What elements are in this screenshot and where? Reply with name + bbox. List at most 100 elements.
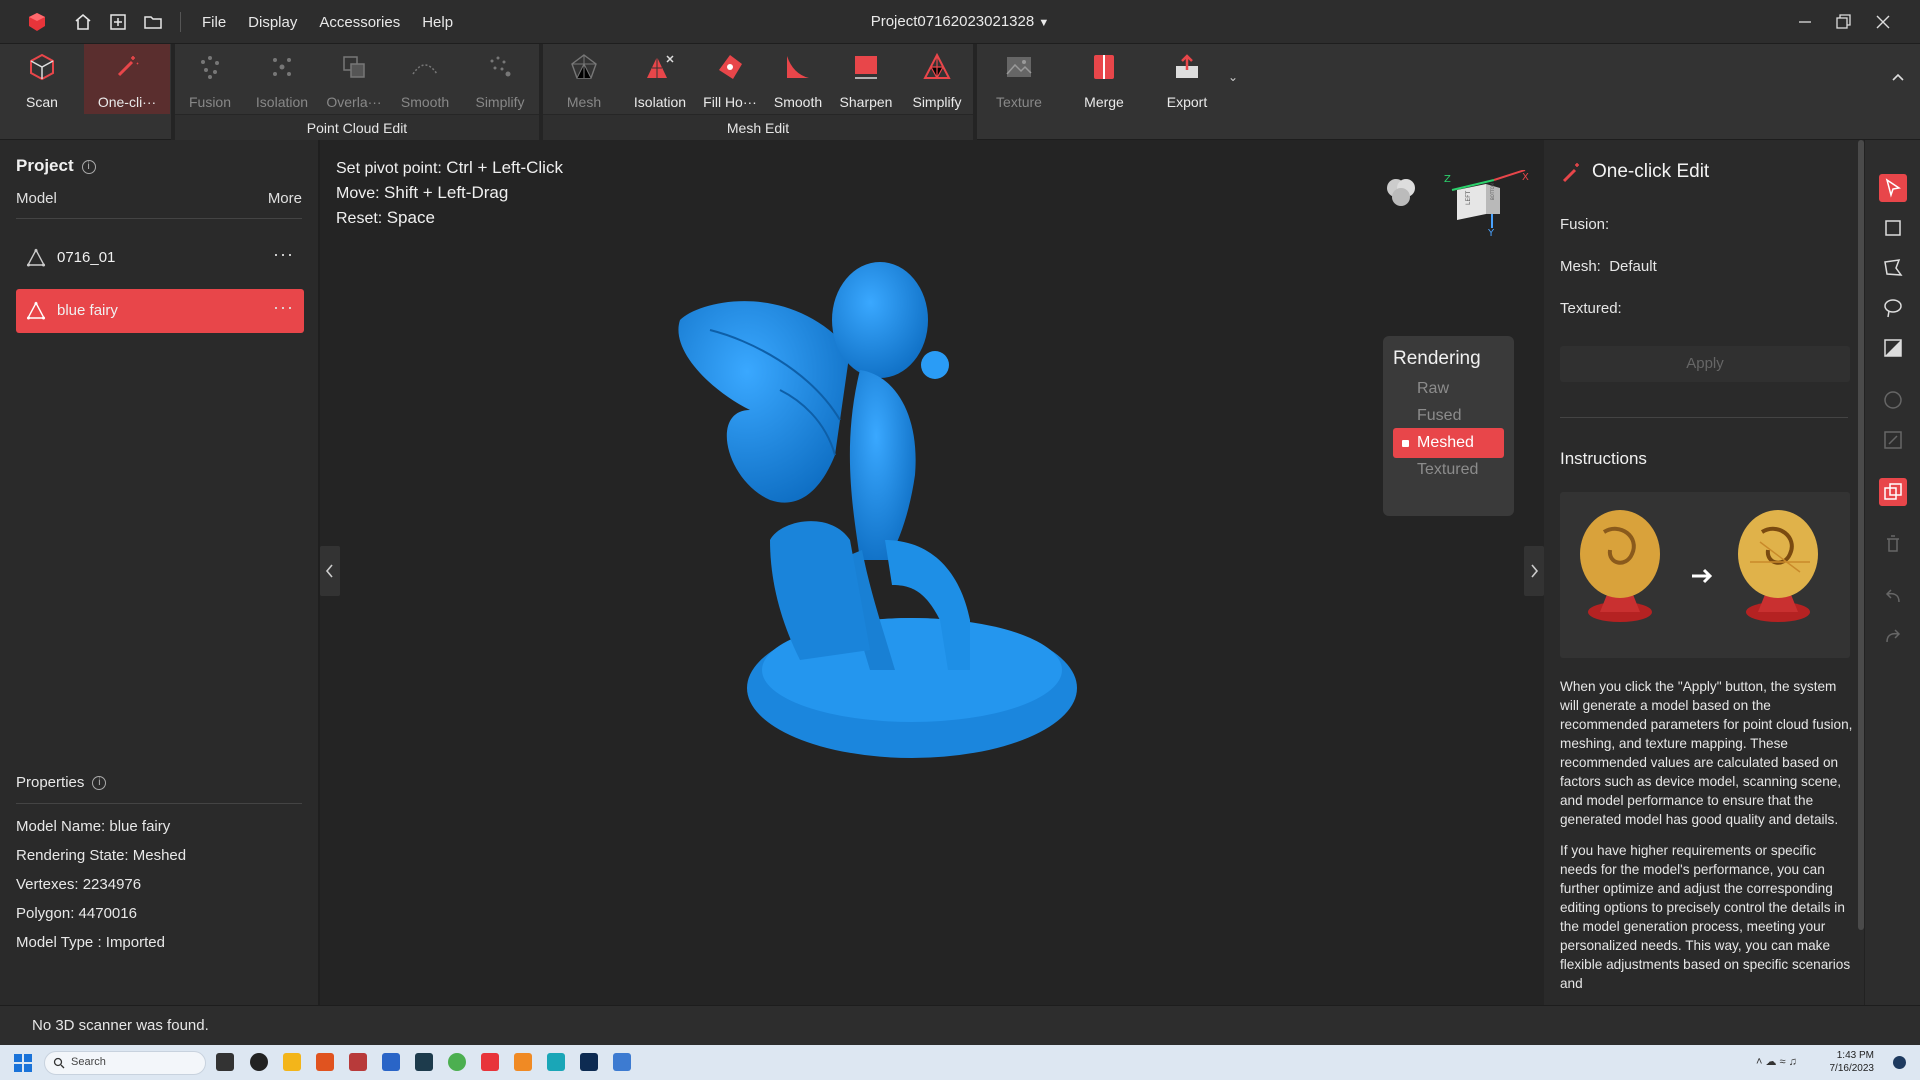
menu-display[interactable]: Display bbox=[248, 14, 297, 31]
apply-button[interactable]: Apply bbox=[1560, 346, 1850, 382]
model-options-icon[interactable]: ··· bbox=[273, 297, 294, 318]
3d-model-blue-fairy[interactable] bbox=[630, 240, 1170, 780]
ribbon-overflow-chevron-icon[interactable]: ⌄ bbox=[1228, 70, 1238, 84]
divider bbox=[1560, 417, 1848, 418]
redo-tool[interactable] bbox=[1879, 622, 1907, 650]
output-group: Texture Merge Export ⌄ bbox=[977, 44, 1238, 140]
overlap-button[interactable]: Overla··· bbox=[319, 44, 389, 114]
mesh-isolation-button[interactable]: Isolation bbox=[625, 44, 695, 114]
render-option-raw[interactable]: Raw bbox=[1393, 374, 1504, 404]
taskbar-search[interactable]: Search bbox=[44, 1051, 206, 1075]
taskbar-clock[interactable]: 1:43 PM 7/16/2023 bbox=[1830, 1049, 1875, 1075]
undo-tool[interactable] bbox=[1879, 582, 1907, 610]
ribbon-toolbar: Scan One-cli··· Fusion Isolation Overla·… bbox=[0, 44, 1920, 140]
menu-help[interactable]: Help bbox=[422, 14, 453, 31]
info-icon[interactable]: i bbox=[81, 159, 96, 174]
render-option-textured[interactable]: Textured bbox=[1393, 455, 1504, 485]
deselect-icon bbox=[1884, 391, 1902, 409]
mesh-simplify-icon bbox=[923, 52, 951, 80]
app-logo-icon bbox=[29, 13, 45, 31]
collapse-ribbon-icon[interactable] bbox=[1888, 68, 1908, 88]
select-pointer-tool[interactable] bbox=[1879, 174, 1907, 202]
scanner-app-icon[interactable] bbox=[481, 1053, 499, 1071]
close-icon[interactable] bbox=[1871, 10, 1895, 34]
info-icon[interactable]: i bbox=[92, 776, 107, 791]
scan-button[interactable]: Scan bbox=[0, 44, 84, 114]
mesh-edit-label: Mesh Edit bbox=[543, 114, 973, 140]
copy-selection-tool[interactable] bbox=[1879, 478, 1907, 506]
sharpen-icon bbox=[855, 56, 877, 79]
polygon-select-tool[interactable] bbox=[1879, 254, 1907, 282]
pc-isolation-button[interactable]: Isolation bbox=[245, 44, 319, 114]
fusion-field: Fusion: bbox=[1560, 216, 1610, 233]
photoshop-icon[interactable] bbox=[580, 1053, 598, 1071]
fill-holes-button[interactable]: Fill Ho··· bbox=[695, 44, 765, 114]
project-title[interactable]: Project07162023021328 ▼ bbox=[871, 13, 1050, 30]
restore-icon[interactable] bbox=[1831, 10, 1855, 34]
render-option-meshed[interactable]: Meshed bbox=[1393, 428, 1504, 458]
taskbar-app-icon[interactable] bbox=[316, 1053, 334, 1071]
before-after-illustration bbox=[1580, 510, 1818, 622]
render-option-fused[interactable]: Fused bbox=[1393, 401, 1504, 431]
home-icon[interactable] bbox=[73, 12, 93, 32]
hint-key: Shift + Left-Drag bbox=[384, 183, 509, 202]
instructions-illustration bbox=[1560, 492, 1850, 658]
model-item-blue-fairy[interactable]: blue fairy ··· bbox=[16, 289, 304, 333]
new-project-icon[interactable] bbox=[108, 12, 128, 32]
rect-select-tool[interactable] bbox=[1879, 214, 1907, 242]
lasso-select-tool[interactable] bbox=[1879, 294, 1907, 322]
taskbar-app-icon[interactable] bbox=[382, 1053, 400, 1071]
project-heading: Project i bbox=[16, 156, 96, 176]
system-tray-icons[interactable]: ˄ ☁ ≈ ♫ bbox=[1756, 1055, 1797, 1068]
export-button[interactable]: Export bbox=[1147, 44, 1227, 114]
task-view-icon[interactable] bbox=[216, 1053, 234, 1071]
minimize-icon[interactable] bbox=[1793, 10, 1817, 34]
fill-holes-icon bbox=[719, 55, 742, 79]
sharpen-button[interactable]: Sharpen bbox=[831, 44, 901, 114]
chrome-icon[interactable] bbox=[448, 1053, 466, 1071]
more-link[interactable]: More bbox=[268, 190, 302, 207]
taskbar-app-icon[interactable] bbox=[349, 1053, 367, 1071]
taskbar-app-icon[interactable] bbox=[547, 1053, 565, 1071]
select-all-tool[interactable] bbox=[1879, 334, 1907, 362]
merge-button[interactable]: Merge bbox=[1062, 44, 1146, 114]
deselect-tool[interactable] bbox=[1879, 386, 1907, 414]
navigation-cube[interactable]: Z X Y LEFT BOTTOM bbox=[1430, 170, 1530, 250]
mesh-simplify-button[interactable]: Simplify bbox=[901, 44, 973, 114]
mesh-smooth-button[interactable]: Smooth bbox=[765, 44, 831, 114]
delete-tool[interactable] bbox=[1879, 530, 1907, 558]
model-name: blue fairy bbox=[57, 302, 118, 319]
view-mode-icon[interactable] bbox=[1380, 170, 1422, 212]
invert-selection-tool[interactable] bbox=[1879, 426, 1907, 454]
taskbar-app-icon[interactable] bbox=[514, 1053, 532, 1071]
fill-holes-label: Fill Ho··· bbox=[703, 94, 757, 110]
collapse-right-panel-button[interactable] bbox=[1524, 546, 1544, 596]
point-cloud-edit-group: Fusion Isolation Overla··· Smooth Simpli… bbox=[175, 44, 539, 140]
fusion-button[interactable]: Fusion bbox=[175, 44, 245, 114]
file-explorer-icon[interactable] bbox=[283, 1053, 301, 1071]
selection-tool-strip bbox=[1864, 140, 1920, 1005]
model-subheading: Model bbox=[16, 190, 57, 207]
open-folder-icon[interactable] bbox=[143, 12, 163, 32]
one-click-edit-button[interactable]: One-cli··· bbox=[84, 44, 170, 114]
mesh-button[interactable]: Mesh bbox=[543, 44, 625, 114]
notification-icon[interactable] bbox=[1893, 1056, 1906, 1069]
menu-accessories[interactable]: Accessories bbox=[319, 14, 400, 31]
texture-button[interactable]: Texture bbox=[977, 44, 1061, 114]
pc-smooth-button[interactable]: Smooth bbox=[389, 44, 461, 114]
windows-start-icon[interactable] bbox=[14, 1054, 32, 1072]
collapse-left-panel-button[interactable] bbox=[320, 546, 340, 596]
model-options-icon[interactable]: ··· bbox=[273, 244, 294, 265]
mesh-field-label: Mesh: bbox=[1560, 258, 1601, 275]
model-item-0716-01[interactable]: 0716_01 ··· bbox=[16, 236, 304, 280]
taskbar-app-icon[interactable] bbox=[613, 1053, 631, 1071]
3d-viewport[interactable]: Set pivot point: Ctrl + Left-Click Move:… bbox=[320, 140, 1544, 1005]
pc-simplify-button[interactable]: Simplify bbox=[461, 44, 539, 114]
polygon-select-icon bbox=[1884, 259, 1903, 276]
menu-file[interactable]: File bbox=[202, 14, 226, 31]
mesh-icon bbox=[571, 54, 597, 79]
terminal-icon[interactable] bbox=[415, 1053, 433, 1071]
taskbar-app-icon[interactable] bbox=[250, 1053, 268, 1071]
project-heading-text: Project bbox=[16, 156, 74, 175]
export-icon bbox=[1176, 54, 1198, 78]
